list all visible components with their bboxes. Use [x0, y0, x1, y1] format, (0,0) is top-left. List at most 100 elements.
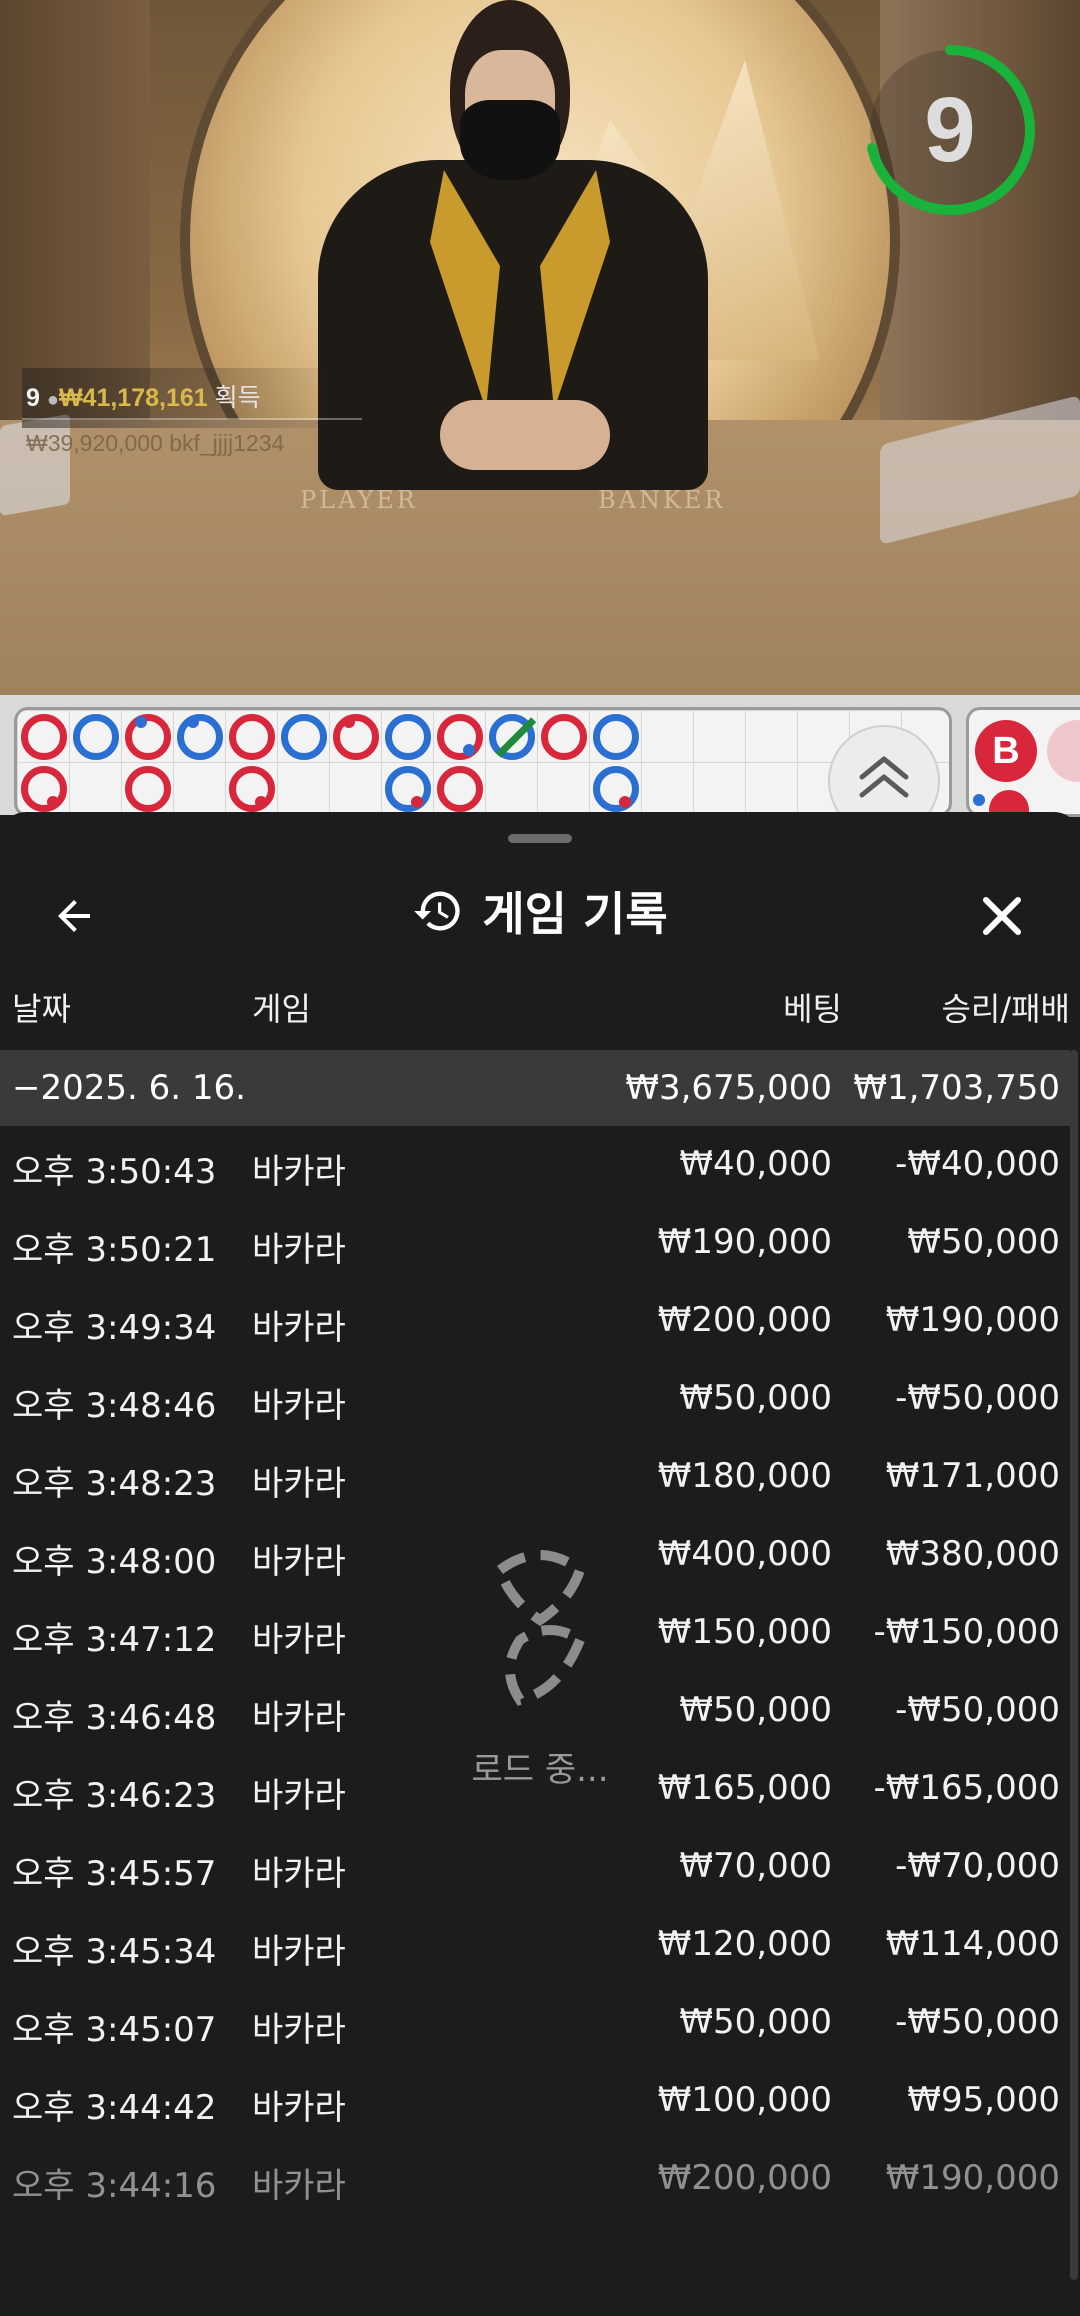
winner-count: 9: [26, 384, 40, 412]
history-row[interactable]: 오후 3:45:34 바카라 ₩120,000 ₩114,000: [0, 1906, 1070, 1984]
winner-divider: [22, 418, 362, 420]
column-bet: 베팅: [783, 990, 842, 1028]
row-time: 오후 3:50:21: [12, 1230, 217, 1270]
column-date: 날짜: [12, 990, 71, 1028]
history-row[interactable]: 오후 3:44:42 바카라 ₩100,000 ₩95,000: [0, 2062, 1070, 2140]
row-time: 오후 3:47:12: [12, 1620, 217, 1660]
road-mark-banker: [333, 714, 379, 760]
row-time: 오후 3:45:57: [12, 1854, 217, 1894]
row-game: 바카라: [252, 1152, 346, 1192]
row-bet: ₩150,000: [657, 1612, 832, 1652]
row-bet: ₩400,000: [657, 1534, 832, 1574]
row-game: 바카라: [252, 1230, 346, 1270]
pair-dot: [187, 716, 199, 728]
date-group-row[interactable]: −2025. 6. 16. ₩3,675,000 ₩1,703,750: [0, 1050, 1070, 1126]
pair-dot: [463, 744, 475, 756]
row-time: 오후 3:48:46: [12, 1386, 217, 1426]
row-time: 오후 3:49:34: [12, 1308, 217, 1348]
row-time: 오후 3:46:23: [12, 1776, 217, 1816]
felt-label-player: PLAYER: [300, 486, 418, 514]
row-result: ₩190,000: [885, 1300, 1060, 1340]
row-result: -₩50,000: [895, 2002, 1060, 2042]
row-game: 바카라: [252, 1542, 346, 1582]
pair-dot: [255, 796, 267, 808]
row-bet: ₩190,000: [657, 1222, 832, 1262]
page-title: 게임 기록: [482, 887, 668, 941]
row-bet: ₩100,000: [657, 2080, 832, 2120]
row-bet: ₩200,000: [657, 2158, 832, 2198]
row-bet: ₩180,000: [657, 1456, 832, 1496]
road-mark-player: [281, 714, 327, 760]
history-row[interactable]: 오후 3:50:43 바카라 ₩40,000 -₩40,000: [0, 1126, 1070, 1204]
row-result: ₩114,000: [885, 1924, 1060, 1964]
row-result: -₩70,000: [895, 1846, 1060, 1886]
scrollbar[interactable]: [1070, 1050, 1078, 2280]
road-mark-banker: [437, 714, 483, 760]
row-result: -₩150,000: [873, 1612, 1061, 1652]
sheet-grabber[interactable]: [508, 834, 572, 843]
row-bet: ₩50,000: [679, 1378, 832, 1418]
group-bet-total: ₩3,675,000: [625, 1068, 832, 1108]
row-game: 바카라: [252, 1932, 346, 1972]
row-game: 바카라: [252, 1776, 346, 1816]
road-mark-banker: [541, 714, 587, 760]
countdown-timer: 9: [924, 78, 976, 181]
pair-dot: [973, 794, 985, 806]
row-game: 바카라: [252, 1698, 346, 1738]
pair-dot: [411, 796, 423, 808]
table-header: 날짜 게임 베팅 승리/패배: [0, 972, 1080, 1034]
row-bet: ₩40,000: [679, 1144, 832, 1184]
row-bet: ₩120,000: [657, 1924, 832, 1964]
winner-label: 획득: [214, 384, 261, 412]
history-row[interactable]: 오후 3:45:07 바카라 ₩50,000 -₩50,000: [0, 1984, 1070, 2062]
row-result: ₩50,000: [907, 1222, 1060, 1262]
row-game: 바카라: [252, 2166, 346, 2206]
row-bet: ₩50,000: [679, 1690, 832, 1730]
row-game: 바카라: [252, 1308, 346, 1348]
dealer-hands: [440, 400, 610, 470]
prediction-road[interactable]: B: [966, 707, 1080, 817]
pair-dot: [343, 716, 355, 728]
road-mark-player: [385, 766, 431, 812]
history-row[interactable]: 오후 3:44:16 바카라 ₩200,000 ₩190,000: [0, 2140, 1070, 2218]
back-button[interactable]: [38, 880, 110, 952]
winner-sub: ₩39,920,000 bkf_jjjj1234: [26, 430, 285, 456]
road-mark-banker: [1047, 720, 1080, 782]
pair-dot: [135, 716, 147, 728]
bead-road[interactable]: [14, 707, 952, 817]
column-game: 게임: [252, 990, 311, 1028]
banker-badge: B: [975, 720, 1037, 782]
row-time: 오후 3:46:48: [12, 1698, 217, 1738]
group-winloss-total: ₩1,703,750: [853, 1068, 1060, 1108]
row-game: 바카라: [252, 1620, 346, 1660]
row-time: 오후 3:48:00: [12, 1542, 217, 1582]
history-row[interactable]: 오후 3:48:23 바카라 ₩180,000 ₩171,000: [0, 1438, 1070, 1516]
loading-spinner-icon: [494, 1550, 587, 1706]
road-mark-player: [177, 714, 223, 760]
title-group: 게임 기록: [0, 856, 1080, 966]
history-row[interactable]: 오후 3:45:57 바카라 ₩70,000 -₩70,000: [0, 1828, 1070, 1906]
row-game: 바카라: [252, 1464, 346, 1504]
winner-line: 9 ●₩41,178,161 획득: [26, 378, 261, 414]
row-bet: ₩50,000: [679, 2002, 832, 2042]
close-button[interactable]: [966, 880, 1038, 952]
row-time: 오후 3:45:07: [12, 2010, 217, 2050]
road-mark-player: [593, 766, 639, 812]
pair-dot: [619, 796, 631, 808]
felt-label-banker: BANKER: [598, 486, 726, 514]
road-mark-banker: [21, 714, 67, 760]
double-chevron-up-icon: [859, 756, 909, 798]
row-result: ₩171,000: [885, 1456, 1060, 1496]
row-result: ₩190,000: [885, 2158, 1060, 2198]
row-game: 바카라: [252, 2010, 346, 2050]
dealer-mask: [460, 100, 560, 180]
close-icon: [983, 897, 1021, 935]
road-mark-player: [73, 714, 119, 760]
live-video: PLAYER BANKER 9 ●₩41,178,161 획득 ₩39,920,…: [0, 0, 1080, 695]
history-icon: [414, 891, 460, 931]
history-row[interactable]: 오후 3:48:46 바카라 ₩50,000 -₩50,000: [0, 1360, 1070, 1438]
winner-amount: ₩41,178,161: [58, 384, 208, 412]
group-date: −2025. 6. 16.: [12, 1068, 246, 1108]
history-row[interactable]: 오후 3:50:21 바카라 ₩190,000 ₩50,000: [0, 1204, 1070, 1282]
history-row[interactable]: 오후 3:49:34 바카라 ₩200,000 ₩190,000: [0, 1282, 1070, 1360]
